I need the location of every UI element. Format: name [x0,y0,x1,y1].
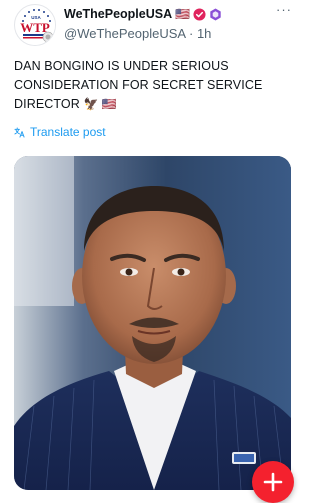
translate-icon [14,126,25,138]
name-row: WeThePeopleUSA 🇺🇸 [64,6,275,22]
translate-post-link[interactable]: Translate post [14,125,106,139]
plus-icon [263,472,283,492]
more-dots-icon[interactable]: ··· [273,2,295,18]
purple-hexagon-icon[interactable] [209,7,222,21]
portrait-photo [14,156,291,490]
handle[interactable]: @WeThePeopleUSA [64,26,185,41]
post-emojis: 🦅 🇺🇸 [83,97,117,111]
separator: · [188,26,194,41]
flag-icon: 🇺🇸 [175,7,191,21]
post-line-3-text: DIRECTOR [14,97,80,111]
avatar[interactable]: USA WTP [14,4,56,46]
wtp-logo-icon: USA WTP [16,6,55,45]
display-name[interactable]: WeThePeopleUSA [64,7,172,21]
verified-red-icon[interactable] [193,7,206,21]
post-line-2: CONSIDERATION FOR SECRET SERVICE [14,78,263,92]
handle-row: @WeThePeopleUSA · 1h [64,26,275,41]
post-header: WeThePeopleUSA 🇺🇸 @WeThePeopleUSA · 1h [64,6,275,41]
post-line-3: DIRECTOR 🦅 🇺🇸 [14,95,284,114]
timestamp[interactable]: 1h [197,26,211,41]
post-line-1: DAN BONGINO IS UNDER SERIOUS [14,59,229,73]
translate-label: Translate post [30,125,106,139]
post-text: DAN BONGINO IS UNDER SERIOUS CONSIDERATI… [14,57,284,114]
compose-button[interactable] [252,461,294,503]
post-image[interactable] [14,156,291,490]
